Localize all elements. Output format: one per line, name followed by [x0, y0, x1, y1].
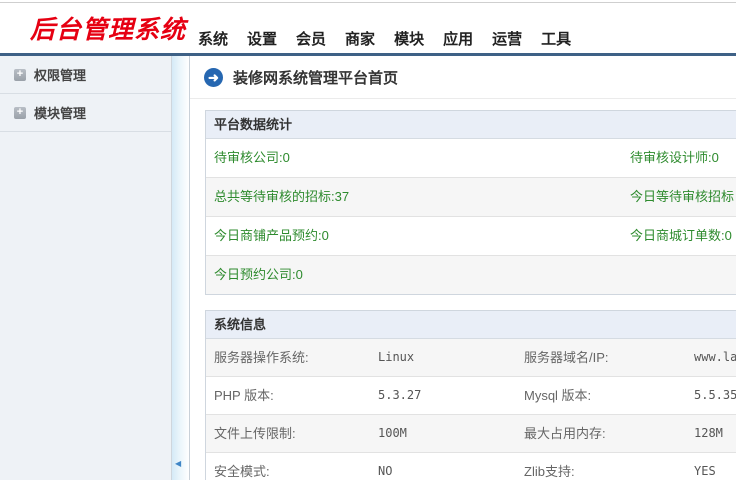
nav-item-member[interactable]: 会员: [296, 28, 326, 49]
sidebar-item-permission-management[interactable]: + 权限管理: [0, 56, 171, 94]
nav-item-settings[interactable]: 设置: [247, 28, 277, 49]
label-server-domain: 服务器域名/IP:: [524, 339, 609, 376]
page-title-bar: ➜ 装修网系统管理平台首页: [190, 56, 736, 99]
stat-row: 总共等待审核的招标:37 今日等待审核招标: [206, 177, 736, 216]
value-zlib-support: YES: [694, 453, 716, 480]
nav-item-system[interactable]: 系统: [198, 28, 228, 49]
system-info-title: 系统信息: [206, 311, 736, 339]
plus-box-icon: +: [14, 69, 26, 81]
value-upload-limit: 100M: [378, 415, 407, 452]
system-info-row: 服务器操作系统: Linux 服务器域名/IP: www.laj: [206, 339, 736, 376]
system-info-row: 文件上传限制: 100M 最大占用内存: 128M: [206, 414, 736, 452]
label-php-version: PHP 版本:: [214, 377, 274, 414]
sidebar-item-label: 模块管理: [34, 103, 86, 122]
nav-item-app[interactable]: 应用: [443, 28, 473, 49]
value-mysql-version: 5.5.35.: [694, 377, 736, 414]
value-server-domain: www.laj: [694, 339, 736, 376]
stat-total-pending-tenders: 总共等待审核的招标:37: [214, 178, 349, 216]
collapse-arrow-icon[interactable]: ◀: [175, 460, 181, 468]
stat-row: 今日预约公司:0: [206, 255, 736, 294]
label-safe-mode: 安全模式:: [214, 453, 270, 480]
stats-panel-title: 平台数据统计: [206, 111, 736, 139]
top-nav: 系统 设置 会员 商家 模块 应用 运营 工具: [198, 28, 571, 53]
arrow-circle-icon: ➜: [204, 68, 223, 87]
sidebar-item-module-management[interactable]: + 模块管理: [0, 94, 171, 132]
sidebar: + 权限管理 + 模块管理: [0, 56, 171, 480]
label-zlib-support: Zlib支持:: [524, 453, 575, 480]
system-info-panel: 系统信息 服务器操作系统: Linux 服务器域名/IP: www.laj PH…: [205, 310, 736, 480]
label-upload-limit: 文件上传限制:: [214, 415, 296, 452]
value-server-os: Linux: [378, 339, 414, 376]
body-layout: + 权限管理 + 模块管理 ◀ ➜ 装修网系统管理平台首页 平台数据统计 待审核…: [0, 56, 736, 480]
stat-today-mall-orders: 今日商城订单数:0: [630, 217, 732, 255]
stat-row: 今日商铺产品预约:0 今日商城订单数:0: [206, 216, 736, 255]
stat-today-pending-tenders: 今日等待审核招标: [630, 178, 734, 216]
stat-pending-companies: 待审核公司:0: [214, 139, 290, 177]
app-logo: 后台管理系统: [30, 10, 190, 46]
value-safe-mode: NO: [378, 453, 392, 480]
stats-panel: 平台数据统计 待审核公司:0 待审核设计师:0 总共等待审核的招标:37 今日等…: [205, 110, 736, 295]
nav-item-operation[interactable]: 运营: [492, 28, 522, 49]
app-header: 后台管理系统 系统 设置 会员 商家 模块 应用 运营 工具: [0, 3, 736, 56]
label-server-os: 服务器操作系统:: [214, 339, 309, 376]
value-max-memory: 128M: [694, 415, 723, 452]
nav-item-module[interactable]: 模块: [394, 28, 424, 49]
stat-today-shop-bookings: 今日商铺产品预约:0: [214, 217, 329, 255]
sidebar-splitter[interactable]: ◀: [171, 56, 190, 480]
stat-pending-designers: 待审核设计师:0: [630, 139, 719, 177]
system-info-row: PHP 版本: 5.3.27 Mysql 版本: 5.5.35.: [206, 376, 736, 414]
system-info-row: 安全模式: NO Zlib支持: YES: [206, 452, 736, 480]
page-title: 装修网系统管理平台首页: [233, 67, 398, 88]
plus-box-icon: +: [14, 107, 26, 119]
value-php-version: 5.3.27: [378, 377, 421, 414]
label-max-memory: 最大占用内存:: [524, 415, 606, 452]
main-content: ➜ 装修网系统管理平台首页 平台数据统计 待审核公司:0 待审核设计师:0 总共…: [190, 56, 736, 480]
stat-today-booked-companies: 今日预约公司:0: [214, 256, 303, 294]
stat-row: 待审核公司:0 待审核设计师:0: [206, 139, 736, 177]
nav-item-merchant[interactable]: 商家: [345, 28, 375, 49]
sidebar-item-label: 权限管理: [34, 65, 86, 84]
nav-item-tools[interactable]: 工具: [541, 28, 571, 49]
label-mysql-version: Mysql 版本:: [524, 377, 591, 414]
